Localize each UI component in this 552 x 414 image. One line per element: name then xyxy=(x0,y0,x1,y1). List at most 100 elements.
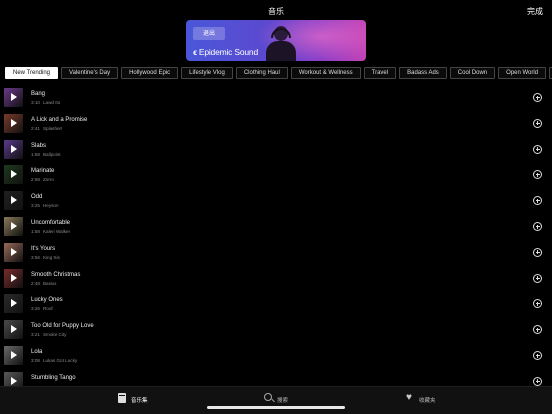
song-title: Too Old for Puppy Love xyxy=(31,323,94,330)
song-duration: 3:21 xyxy=(31,332,40,338)
add-circle-icon[interactable] xyxy=(533,170,542,180)
song-artist: Smoke City xyxy=(42,332,67,338)
song-row[interactable]: Uncomfortable 1:58 Kaleri Walker xyxy=(0,215,552,241)
tab-search[interactable]: 搜索 xyxy=(264,393,294,405)
song-title: Slabs xyxy=(31,142,47,149)
song-duration: 2:41 xyxy=(31,125,40,131)
song-title: Lola xyxy=(31,349,43,355)
song-cover-play-button[interactable] xyxy=(4,113,23,133)
song-artist: Splasher! xyxy=(42,125,63,131)
song-cover-play-button[interactable] xyxy=(4,320,23,340)
play-icon xyxy=(11,273,17,282)
song-row[interactable]: Smooth Christmas 2:48 Basixx xyxy=(0,267,552,293)
song-cover-play-button[interactable] xyxy=(4,217,23,236)
song-artist: Roof xyxy=(42,306,53,312)
song-cover-play-button[interactable] xyxy=(4,165,23,185)
bottom-tab-bar: 音乐集 搜索 ♥ 收藏夹 xyxy=(0,386,552,414)
banner-person-illustration xyxy=(266,24,296,61)
play-icon xyxy=(11,325,17,334)
song-row[interactable]: It's Yours 3:56 King Sis xyxy=(0,241,552,267)
category-chip[interactable]: Travel xyxy=(363,67,397,79)
song-meta: 3:08 Lukas Got Lucky xyxy=(31,358,77,363)
done-button[interactable]: 完成 xyxy=(527,6,543,17)
song-row[interactable]: Lola 3:08 Lukas Got Lucky xyxy=(0,344,552,370)
song-row[interactable]: Marinate 2:58 Zorro xyxy=(0,163,552,189)
category-chip[interactable]: Lifestyle Vlog xyxy=(181,67,233,79)
song-list: Bang 3:10 Lawd Ito A Lick and a Promise 2:41… xyxy=(0,86,552,386)
category-chip[interactable]: New Trending xyxy=(5,67,59,79)
add-circle-icon[interactable] xyxy=(533,273,542,283)
tab-label: 音乐集 xyxy=(131,398,148,404)
category-chip[interactable]: Workout & Wellness xyxy=(290,67,361,79)
tab-music-library[interactable]: 音乐集 xyxy=(118,393,158,405)
add-circle-icon[interactable] xyxy=(533,118,542,128)
promo-banner[interactable]: 退出 ϵ Epidemic Sound xyxy=(186,20,366,61)
category-chip[interactable]: Valentine's Day xyxy=(61,67,119,79)
play-icon xyxy=(11,247,17,256)
music-library-icon xyxy=(118,393,126,403)
song-duration: 3:10 xyxy=(31,100,40,105)
add-circle-icon[interactable] xyxy=(533,196,542,206)
song-title: Stumbling Tango xyxy=(31,374,76,381)
song-row[interactable]: Lucky Ones 3:26 Roof xyxy=(0,292,552,318)
song-artist: Kaleri Walker xyxy=(42,229,71,234)
play-icon xyxy=(11,351,17,359)
song-meta: 2:41 Splasher! xyxy=(31,126,62,131)
category-chip[interactable]: Cool Down xyxy=(449,67,496,79)
song-duration: 2:58 xyxy=(31,177,40,183)
song-artist: King Sis xyxy=(42,254,60,260)
song-row[interactable]: Bang 3:10 Lawd Ito xyxy=(0,86,552,112)
song-meta: 2:48 Basixx xyxy=(31,281,56,286)
song-row[interactable]: A Lick and a Promise 2:41 Splasher! xyxy=(0,112,552,138)
tab-favorites[interactable]: ♥ 收藏夹 xyxy=(406,393,442,405)
play-icon xyxy=(11,118,17,127)
song-cover-play-button[interactable] xyxy=(4,294,23,314)
add-circle-icon[interactable] xyxy=(533,325,542,335)
song-artist: Lawd Ito xyxy=(42,100,61,105)
add-circle-icon[interactable] xyxy=(533,351,542,360)
heart-icon: ♥ xyxy=(406,392,412,403)
play-icon xyxy=(11,222,17,230)
category-tabs: New Trending Valentine's Day Hollywood Epi… xyxy=(5,67,552,79)
add-circle-icon[interactable] xyxy=(533,93,542,102)
add-circle-icon[interactable] xyxy=(533,299,542,309)
play-icon xyxy=(11,170,17,179)
song-row[interactable]: Too Old for Puppy Love 3:21 Smoke City xyxy=(0,318,552,344)
add-circle-icon[interactable] xyxy=(533,144,542,154)
song-title: Uncomfortable xyxy=(31,220,71,226)
brand-name: ϵ Epidemic Sound xyxy=(193,47,258,57)
song-cover-play-button[interactable] xyxy=(4,242,23,262)
song-cover-play-button[interactable] xyxy=(4,268,23,288)
category-chip[interactable]: Open World xyxy=(498,67,547,79)
song-cover-play-button[interactable] xyxy=(4,346,23,365)
song-artist: Heyson xyxy=(42,203,59,209)
category-chip[interactable]: Hollywood Epic xyxy=(121,67,179,79)
add-circle-icon[interactable] xyxy=(533,376,542,386)
add-circle-icon[interactable] xyxy=(533,247,542,257)
category-chip[interactable]: Badass Ads xyxy=(399,67,447,79)
add-circle-icon[interactable] xyxy=(533,222,542,231)
song-title: Bang xyxy=(31,91,46,97)
song-row[interactable]: Odd 3:25 Heyson xyxy=(0,189,552,215)
song-meta: 3:26 Roof xyxy=(31,306,53,311)
song-cover-play-button[interactable] xyxy=(4,371,23,386)
song-artist: Zorro xyxy=(42,177,54,183)
brand-label: Epidemic Sound xyxy=(198,47,258,57)
song-cover-play-button[interactable] xyxy=(4,139,23,159)
song-meta: 3:10 Lawd Ito xyxy=(31,100,60,105)
song-cover-play-button[interactable] xyxy=(4,88,23,107)
exit-button[interactable]: 退出 xyxy=(193,27,225,40)
song-title: It's Yours xyxy=(31,245,56,252)
song-row[interactable]: Slabs 1:58 Ballpoint xyxy=(0,138,552,164)
tab-label: 搜索 xyxy=(277,398,289,404)
epidemic-logo-icon: ϵ xyxy=(193,47,197,57)
song-row[interactable]: Stumbling Tango xyxy=(0,370,552,386)
header: 音乐 完成 xyxy=(0,0,552,20)
song-artist: Basixx xyxy=(42,280,57,286)
play-icon xyxy=(11,376,17,385)
category-chip[interactable]: Clothing Haul xyxy=(235,67,288,79)
song-meta: 2:58 Zorro xyxy=(31,177,54,182)
song-cover-play-button[interactable] xyxy=(4,191,23,211)
home-indicator xyxy=(207,406,345,409)
tab-label: 收藏夹 xyxy=(419,398,436,404)
